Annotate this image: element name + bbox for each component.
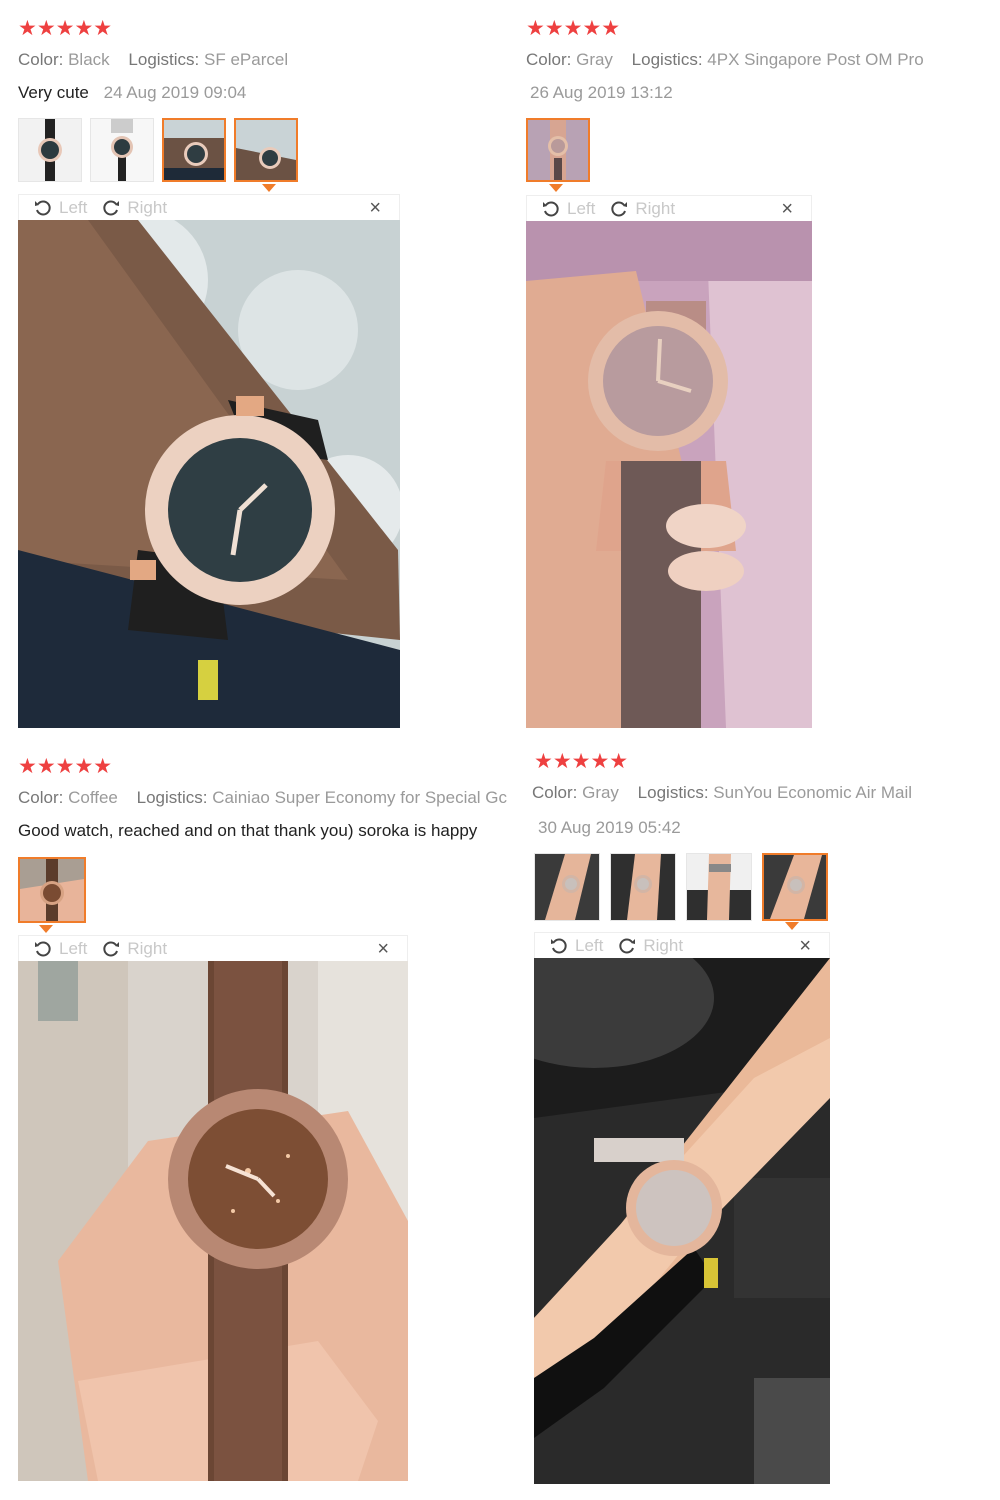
- rotate-right-icon: [103, 199, 120, 215]
- selected-thumbnail-pointer: [262, 184, 276, 192]
- logistics-label: Logistics:: [631, 50, 703, 69]
- close-icon[interactable]: ×: [369, 197, 381, 220]
- review-thumbnail-active[interactable]: [762, 853, 828, 921]
- rotate-right-icon: [103, 940, 120, 956]
- review-meta: Color: Gray Logistics: 4PX Singapore Pos…: [526, 49, 938, 71]
- logistics-value: 4PX Singapore Post OM Pro: [707, 50, 924, 69]
- review-thumbnail[interactable]: [686, 853, 752, 921]
- logistics-label: Logistics:: [637, 783, 709, 802]
- review-text: Good watch, reached and on that thank yo…: [18, 821, 478, 840]
- color-label: Color:: [18, 788, 64, 807]
- rotate-right-icon: [619, 937, 636, 953]
- rotate-right-button[interactable]: Right: [617, 936, 683, 956]
- rotate-right-button[interactable]: Right: [609, 199, 675, 219]
- image-viewer-toolbar: Left Right ×: [18, 194, 400, 220]
- rating-stars: ★★★★★: [526, 17, 621, 40]
- close-icon[interactable]: ×: [377, 938, 389, 961]
- rotate-right-label: Right: [127, 938, 168, 958]
- image-viewer-toolbar: Left Right ×: [526, 195, 812, 221]
- rating-stars: ★★★★★: [18, 17, 113, 40]
- color-label: Color:: [532, 783, 578, 802]
- rotate-right-button[interactable]: Right: [101, 198, 167, 218]
- rotate-right-icon: [611, 200, 628, 216]
- review-meta: Color: Gray Logistics: SunYou Economic A…: [532, 782, 926, 804]
- review-thumbnail-active[interactable]: [526, 118, 590, 182]
- review-thumbnail[interactable]: [18, 118, 82, 182]
- rotate-left-icon: [543, 200, 559, 216]
- close-icon[interactable]: ×: [799, 935, 811, 958]
- review-body: Good watch, reached and on that thank yo…: [18, 820, 487, 842]
- review-date: 26 Aug 2019 13:12: [530, 83, 673, 102]
- thumbnail-strip: [18, 857, 86, 923]
- selected-thumbnail-pointer: [785, 922, 799, 930]
- color-value: Gray: [576, 50, 613, 69]
- review-text: Very cute: [18, 83, 89, 102]
- review-date: 24 Aug 2019 09:04: [103, 83, 247, 102]
- rotate-left-button[interactable]: Left: [33, 198, 87, 218]
- selected-thumbnail-pointer: [549, 184, 563, 192]
- review-meta: Color: Black Logistics: SF eParcel: [18, 49, 302, 71]
- logistics-value: SunYou Economic Air Mail: [713, 783, 913, 802]
- review-thumbnail-active[interactable]: [18, 857, 86, 923]
- rotate-left-label: Left: [567, 198, 596, 218]
- review-thumbnail-active[interactable]: [234, 118, 298, 182]
- rating-stars: ★★★★★: [534, 750, 629, 773]
- color-label: Color:: [18, 50, 64, 69]
- rotate-left-icon: [35, 199, 51, 215]
- rotate-left-button[interactable]: Left: [33, 939, 87, 959]
- color-value: Gray: [582, 783, 619, 802]
- review-thumbnail[interactable]: [534, 853, 600, 921]
- thumbnail-strip: [534, 853, 828, 921]
- rotate-left-label: Left: [575, 935, 604, 955]
- logistics-value: Cainiao Super Economy for Special Gc: [212, 788, 508, 807]
- thumbnail-strip: [526, 118, 590, 182]
- review-thumbnail[interactable]: [610, 853, 676, 921]
- review-body: Very cute 24 Aug 2019 09:04: [18, 82, 246, 104]
- logistics-label: Logistics:: [128, 50, 200, 69]
- thumbnail-strip: [18, 118, 298, 182]
- color-value: Coffee: [68, 788, 118, 807]
- rotate-right-label: Right: [127, 197, 168, 217]
- review-body: 26 Aug 2019 13:12: [530, 82, 673, 104]
- logistics-label: Logistics:: [136, 788, 208, 807]
- rotate-right-label: Right: [643, 935, 684, 955]
- rotate-right-button[interactable]: Right: [101, 939, 167, 959]
- color-value: Black: [68, 50, 110, 69]
- rotate-left-button[interactable]: Left: [549, 936, 603, 956]
- review-meta: Color: Coffee Logistics: Cainiao Super E…: [18, 787, 521, 809]
- review-thumbnail[interactable]: [90, 118, 154, 182]
- rotate-left-button[interactable]: Left: [541, 199, 595, 219]
- review-thumbnail-active[interactable]: [162, 118, 226, 182]
- review-photo: [526, 221, 812, 728]
- rotate-left-label: Left: [59, 938, 88, 958]
- close-icon[interactable]: ×: [781, 198, 793, 221]
- rating-stars: ★★★★★: [18, 755, 113, 778]
- review-body: 30 Aug 2019 05:42: [538, 817, 681, 839]
- color-label: Color:: [526, 50, 572, 69]
- review-photo: [18, 961, 408, 1481]
- rotate-left-icon: [551, 937, 567, 953]
- rotate-right-label: Right: [635, 198, 676, 218]
- review-photo: [18, 220, 400, 728]
- review-photo: [534, 958, 830, 1484]
- image-viewer-toolbar: Left Right ×: [18, 935, 408, 961]
- rotate-left-icon: [35, 940, 51, 956]
- review-date: 30 Aug 2019 05:42: [538, 818, 681, 837]
- logistics-value: SF eParcel: [204, 50, 289, 69]
- image-viewer-toolbar: Left Right ×: [534, 932, 830, 958]
- selected-thumbnail-pointer: [39, 925, 53, 933]
- rotate-left-label: Left: [59, 197, 88, 217]
